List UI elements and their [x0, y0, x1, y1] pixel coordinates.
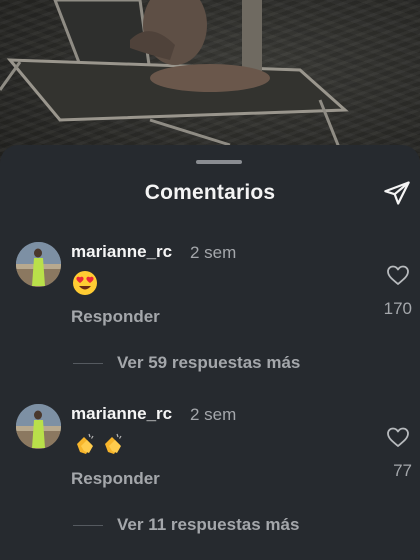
like-count: 170: [383, 299, 412, 318]
comment-item: marianne_rc 2 sem Responder 170 Ver 59 r…: [0, 242, 420, 372]
comment-username[interactable]: marianne_rc: [71, 242, 172, 262]
comments-sheet: Comentarios marianne_rc 2 sem Responder …: [0, 145, 420, 560]
view-replies-button[interactable]: Ver 11 respuestas más: [73, 514, 299, 536]
view-replies-label: Ver 11 respuestas más: [117, 515, 300, 534]
like-button[interactable]: [385, 426, 411, 452]
heart-outline-icon: [386, 264, 410, 291]
comment-username[interactable]: marianne_rc: [71, 404, 172, 424]
divider-line: [73, 362, 103, 364]
like-count: 77: [393, 461, 412, 480]
view-replies-button[interactable]: Ver 59 respuestas más: [73, 352, 300, 374]
heart-eyes-emoji: [72, 270, 98, 296]
paper-plane-icon: [383, 179, 411, 212]
view-replies-label: Ver 59 respuestas más: [117, 353, 301, 372]
clapping-hands-emoji: [72, 432, 98, 458]
avatar[interactable]: [16, 404, 61, 449]
reply-button[interactable]: Responder: [71, 307, 160, 327]
heart-outline-icon: [386, 426, 410, 453]
share-button[interactable]: [381, 179, 413, 211]
comment-item: marianne_rc 2 sem Responder 77 Ver 11 re…: [0, 404, 420, 534]
comment-text: [72, 432, 126, 458]
clapping-hands-emoji: [100, 432, 126, 458]
comment-time: 2 sem: [190, 243, 237, 262]
comment-text: [72, 270, 98, 296]
drag-handle[interactable]: [196, 160, 242, 164]
comment-time: 2 sem: [190, 405, 237, 424]
reply-button[interactable]: Responder: [71, 469, 160, 489]
sheet-title: Comentarios: [144, 181, 276, 204]
divider-line: [73, 524, 103, 526]
avatar[interactable]: [16, 242, 61, 287]
like-button[interactable]: [385, 264, 411, 290]
